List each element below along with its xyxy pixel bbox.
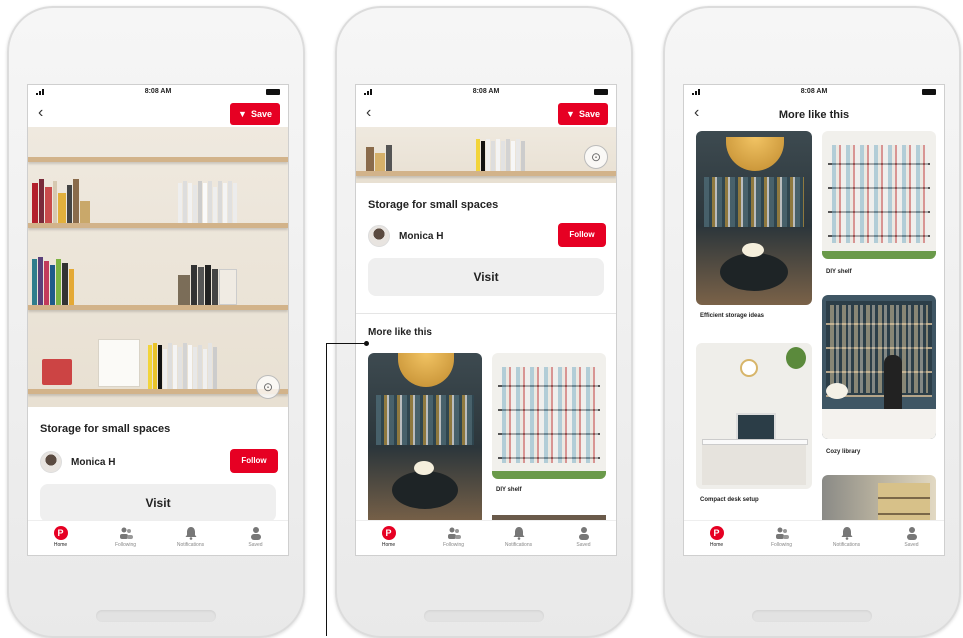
pin-image[interactable]: ⊙ — [28, 127, 288, 407]
pinterest-logo-icon: P — [53, 526, 68, 540]
tab-following[interactable]: Following — [421, 521, 486, 555]
status-time: 8:08 AM — [144, 88, 172, 95]
save-label: Save — [578, 109, 600, 119]
people-icon — [447, 527, 461, 539]
status-bar: 8:08 AM — [28, 85, 288, 99]
tab-label: Home — [53, 542, 68, 548]
author-name: Monica H — [399, 230, 444, 242]
tab-bar: P Home Following Notifications Saved — [28, 520, 288, 555]
status-time: 8:08 AM — [800, 88, 828, 95]
tab-saved[interactable]: Saved — [551, 521, 616, 555]
follow-button[interactable]: Follow — [230, 449, 278, 473]
phone-frame-2: 8:08 AM ‹ ▼ Save ⊙ Storage for small spac… — [335, 6, 633, 638]
tab-following[interactable]: Following — [93, 521, 158, 555]
tab-label: Home — [381, 542, 396, 548]
home-indicator — [424, 610, 544, 622]
visual-search-icon[interactable]: ⊙ — [256, 375, 280, 399]
pin-icon: ▼ — [566, 109, 575, 119]
tab-label: Saved — [576, 542, 591, 548]
pinterest-logo-icon: P — [709, 526, 724, 540]
people-icon — [775, 527, 789, 539]
phone-frame-3: 8:08 AM ‹ More like this Efficient stora… — [663, 6, 961, 638]
home-indicator — [96, 610, 216, 622]
tab-saved[interactable]: Saved — [879, 521, 944, 555]
tab-notifications[interactable]: Notifications — [158, 521, 223, 555]
tab-label: Home — [709, 542, 724, 548]
status-time: 8:08 AM — [472, 88, 500, 95]
pin-title: Storage for small spaces — [368, 199, 499, 211]
battery-icon — [266, 89, 280, 95]
section-divider — [356, 313, 616, 314]
status-bar: 8:08 AM — [356, 85, 616, 99]
visit-button[interactable]: Visit — [368, 258, 604, 296]
tab-bar: P Home Following Notifications Saved — [356, 520, 616, 555]
screen-more-like-this: 8:08 AM ‹ More like this Efficient stora… — [683, 84, 945, 556]
more-like-this-heading: More like this — [778, 109, 850, 121]
back-icon[interactable]: ‹ — [38, 105, 43, 121]
save-label: Save — [250, 109, 272, 119]
pin-author[interactable]: Monica H — [40, 451, 115, 473]
tab-label: Following — [442, 542, 465, 548]
callout-line — [326, 343, 366, 344]
related-pin-tile[interactable] — [696, 343, 812, 489]
callout-line — [326, 343, 327, 636]
related-pin-tile[interactable] — [822, 131, 936, 259]
related-pin-label: Efficient storage ideas — [700, 313, 765, 319]
avatar — [368, 225, 390, 247]
follow-button[interactable]: Follow — [558, 223, 606, 247]
person-icon — [906, 527, 917, 540]
bell-icon — [513, 527, 524, 540]
battery-icon — [594, 89, 608, 95]
save-button[interactable]: ▼ Save — [230, 103, 280, 125]
tab-home[interactable]: P Home — [356, 521, 421, 555]
save-button[interactable]: ▼ Save — [558, 103, 608, 125]
back-icon[interactable]: ‹ — [366, 105, 371, 121]
person-icon — [578, 527, 589, 540]
status-bar: 8:08 AM — [684, 85, 944, 99]
tab-label: Following — [770, 542, 793, 548]
tab-label: Saved — [904, 542, 919, 548]
bell-icon — [841, 527, 852, 540]
pin-author[interactable]: Monica H — [368, 225, 443, 247]
pinterest-logo-icon: P — [381, 526, 396, 540]
visual-search-icon[interactable]: ⊙ — [584, 145, 608, 169]
related-pin-label: DIY shelf — [826, 269, 852, 275]
author-name: Monica H — [71, 456, 116, 468]
tab-label: Saved — [248, 542, 263, 548]
callout-dot — [364, 341, 369, 346]
related-pin-tile[interactable] — [492, 353, 606, 479]
tab-label: Following — [114, 542, 137, 548]
tab-label: Notifications — [176, 542, 205, 548]
battery-icon — [922, 89, 936, 95]
related-pin-label: DIY shelf — [496, 487, 522, 493]
screen-pin-scrolled: 8:08 AM ‹ ▼ Save ⊙ Storage for small spac… — [355, 84, 617, 556]
bell-icon — [185, 527, 196, 540]
related-pin-tile[interactable] — [822, 295, 936, 439]
related-pin-label: Compact desk setup — [700, 497, 759, 503]
pin-title: Storage for small spaces — [40, 423, 171, 435]
visit-button[interactable]: Visit — [40, 484, 276, 522]
tab-home[interactable]: P Home — [684, 521, 749, 555]
tab-following[interactable]: Following — [749, 521, 814, 555]
tab-home[interactable]: P Home — [28, 521, 93, 555]
home-indicator — [752, 610, 872, 622]
tab-label: Notifications — [504, 542, 533, 548]
people-icon — [119, 527, 133, 539]
pin-icon: ▼ — [238, 109, 247, 119]
related-pin-label: Cozy library — [826, 449, 861, 455]
related-pin-tile[interactable] — [368, 353, 482, 525]
more-like-this-heading: More like this — [368, 327, 432, 338]
person-icon — [250, 527, 261, 540]
pin-image[interactable]: ⊙ — [356, 127, 616, 183]
avatar — [40, 451, 62, 473]
tab-notifications[interactable]: Notifications — [486, 521, 551, 555]
tab-label: Notifications — [832, 542, 861, 548]
screen-pin-detail: 8:08 AM ‹ ▼ Save ⊙ Storage for small spa… — [27, 84, 289, 556]
tab-notifications[interactable]: Notifications — [814, 521, 879, 555]
tab-bar: P Home Following Notifications Saved — [684, 520, 944, 555]
phone-frame-1: 8:08 AM ‹ ▼ Save ⊙ Storage for small spa… — [7, 6, 305, 638]
tab-saved[interactable]: Saved — [223, 521, 288, 555]
related-pin-tile[interactable] — [696, 131, 812, 305]
